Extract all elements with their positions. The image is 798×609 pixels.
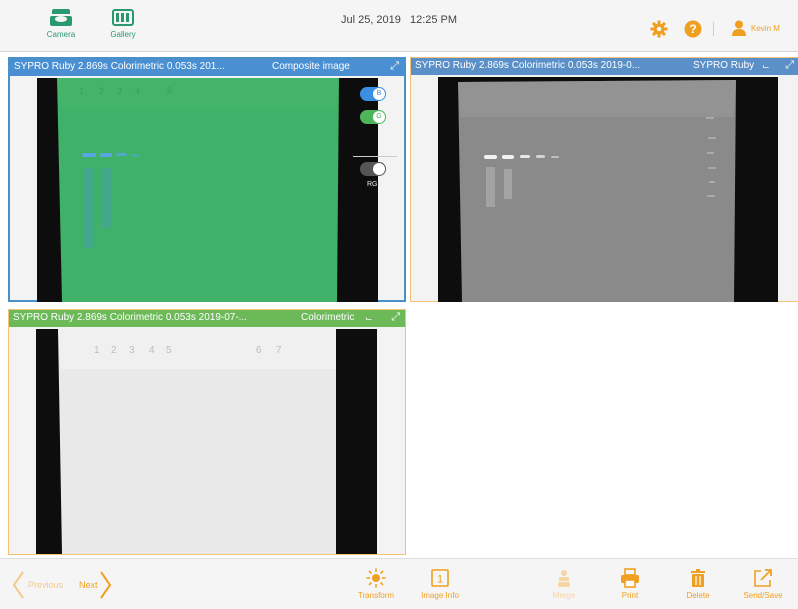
svg-text:7: 7 — [276, 345, 282, 356]
time-text: 12:25 PM — [409, 14, 458, 26]
merge-button[interactable]: Merge — [536, 568, 592, 600]
transform-button[interactable]: Transform — [348, 568, 404, 600]
panel-mode: Composite image — [272, 61, 350, 72]
print-label: Print — [621, 591, 639, 600]
panel-header: SYPRO Ruby 2.869s Colorimetric 0.053s 20… — [411, 58, 798, 75]
gel-image[interactable] — [438, 77, 778, 302]
send-save-label: Send/Save — [743, 591, 783, 600]
blue-channel-toggle[interactable]: B — [360, 87, 386, 101]
panel-header: SYPRO Ruby 2.869s Colorimetric 0.053s 20… — [10, 59, 404, 76]
gallery-nav-button[interactable]: Gallery — [100, 6, 146, 48]
marker-icon[interactable]: ⌙ — [762, 61, 770, 72]
gel-sypro-graphic — [458, 80, 736, 302]
rgb-toggle[interactable] — [360, 162, 386, 176]
image-info-button[interactable]: 1 Image Info — [412, 568, 468, 600]
previous-button[interactable]: Previous — [28, 580, 63, 590]
sypro-ruby-image-panel[interactable]: SYPRO Ruby 2.869s Colorimetric 0.053s 20… — [410, 57, 798, 302]
merge-label: Merge — [552, 591, 576, 600]
settings-icon — [650, 20, 668, 38]
next-button[interactable]: Next — [79, 580, 98, 590]
svg-text:1: 1 — [79, 86, 84, 96]
svg-text:3: 3 — [129, 345, 135, 356]
merge-icon — [558, 570, 570, 587]
panel-mode: Colorimetric — [301, 312, 355, 323]
gel-colorimetric-graphic: 12 3 45 6 7 — [58, 329, 336, 554]
svg-text:6: 6 — [256, 345, 262, 356]
svg-text:2: 2 — [99, 86, 104, 96]
svg-text:5: 5 — [167, 86, 172, 96]
user-menu[interactable]: Kevin M — [732, 20, 780, 36]
svg-text:1: 1 — [437, 574, 443, 586]
green-toggle-knob: G — [373, 111, 385, 123]
panel-title: SYPRO Ruby 2.869s Colorimetric 0.053s 20… — [14, 61, 225, 72]
bottom-toolbar: Previous Next Transform 1 Image Info Mer… — [0, 558, 798, 609]
svg-text:?: ? — [689, 22, 696, 36]
composite-image-panel[interactable]: SYPRO Ruby 2.869s Colorimetric 0.053s 20… — [8, 57, 406, 302]
green-channel-toggle[interactable]: G — [360, 110, 386, 124]
svg-text:4: 4 — [135, 86, 140, 96]
user-name: Kevin M — [751, 23, 780, 33]
camera-nav-button[interactable]: Camera — [38, 6, 84, 48]
help-button[interactable]: ? — [684, 20, 702, 43]
transform-label: Transform — [357, 591, 395, 600]
gallery-nav-label: Gallery — [110, 30, 136, 39]
panel-mode: SYPRO Ruby — [693, 60, 755, 71]
expand-icon[interactable]: ⤢ — [390, 60, 399, 73]
date-time: Jul 25, 2019 12:25 PM — [0, 14, 798, 26]
panel-title: SYPRO Ruby 2.869s Colorimetric 0.053s 20… — [415, 60, 641, 71]
gel-composite-graphic: 1 2 3 4 5 — [57, 78, 339, 302]
settings-button[interactable] — [650, 20, 668, 43]
expand-icon[interactable]: ⤢ — [391, 311, 400, 324]
share-icon — [754, 569, 772, 587]
sun-icon — [366, 568, 386, 588]
panel-header: SYPRO Ruby 2.869s Colorimetric 0.053s 20… — [9, 310, 405, 327]
marker-icon[interactable]: ⌙ — [365, 313, 373, 324]
expand-icon[interactable]: ⤢ — [785, 59, 794, 72]
blue-toggle-knob: B — [373, 88, 385, 100]
delete-label: Delete — [686, 591, 710, 600]
camera-nav-label: Camera — [46, 30, 76, 39]
image-pager: Previous Next — [12, 569, 112, 601]
toggle-divider — [353, 156, 397, 157]
send-save-button[interactable]: Send/Save — [735, 568, 791, 600]
help-icon: ? — [684, 20, 702, 38]
print-icon — [621, 568, 639, 588]
date-text: Jul 25, 2019 — [340, 14, 401, 26]
svg-text:2: 2 — [111, 345, 117, 356]
chevron-right-icon[interactable] — [99, 570, 112, 600]
gel-image[interactable]: 1 2 3 4 5 — [37, 78, 378, 302]
rgb-toggle-knob — [373, 163, 385, 175]
user-icon — [732, 20, 746, 36]
gel-image[interactable]: 12 3 45 6 7 — [36, 329, 377, 554]
top-bar: Camera Gallery Jul 25, 2019 12:25 PM ? K… — [0, 0, 798, 52]
svg-text:1: 1 — [94, 345, 100, 356]
print-button[interactable]: Print — [602, 568, 658, 600]
image-info-label: Image Info — [421, 591, 459, 600]
trash-icon — [691, 569, 705, 587]
info-icon: 1 — [431, 569, 449, 587]
chevron-left-icon[interactable] — [12, 570, 24, 600]
panel-title: SYPRO Ruby 2.869s Colorimetric 0.053s 20… — [13, 312, 247, 323]
rgb-toggle-label: RGB — [367, 181, 383, 188]
colorimetric-image-panel[interactable]: SYPRO Ruby 2.869s Colorimetric 0.053s 20… — [8, 309, 406, 555]
svg-text:3: 3 — [117, 86, 122, 96]
svg-text:4: 4 — [149, 345, 155, 356]
header-divider — [713, 22, 714, 36]
svg-text:5: 5 — [166, 345, 172, 356]
delete-button[interactable]: Delete — [670, 568, 726, 600]
